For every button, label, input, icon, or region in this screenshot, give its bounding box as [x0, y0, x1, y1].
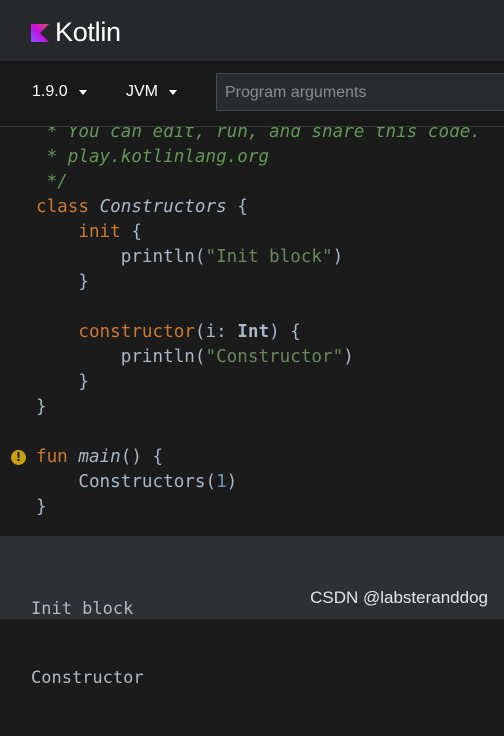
- code-token-str: "Constructor": [205, 347, 344, 367]
- code-token-kw: init: [78, 222, 121, 242]
- code-editor[interactable]: * You can edit, run, and share this code…: [0, 127, 504, 536]
- code-token-fn: main: [78, 447, 121, 467]
- code-line[interactable]: */: [36, 170, 481, 195]
- kotlin-logo-icon: [31, 23, 49, 42]
- code-line[interactable]: fun main() {: [36, 445, 481, 470]
- output-panel: Init block Constructor CSDN @labsterandd…: [0, 536, 504, 688]
- code-token-plain: ): [332, 247, 344, 267]
- code-lines[interactable]: * You can edit, run, and share this code…: [36, 127, 481, 520]
- code-token-plain: }: [36, 272, 89, 292]
- code-token-plain: (i:: [194, 322, 238, 342]
- chevron-down-icon: [169, 89, 177, 95]
- code-token-plain: println(: [36, 347, 206, 367]
- code-line[interactable]: * You can edit, run, and share this code…: [36, 127, 481, 145]
- warning-icon[interactable]: !: [11, 450, 26, 465]
- code-token-comment: * You can edit, run, and share this code…: [36, 127, 481, 142]
- code-token-comment: */: [36, 172, 68, 192]
- output-line: Constructor: [31, 668, 144, 688]
- code-line[interactable]: }: [36, 370, 481, 395]
- kotlin-logo[interactable]: Kotlin: [31, 17, 121, 48]
- code-token-plain: }: [36, 397, 47, 417]
- code-token-plain: ): [226, 472, 238, 492]
- code-token-plain: {: [120, 222, 142, 242]
- code-token-kw: constructor: [78, 322, 195, 342]
- chevron-down-icon: [78, 89, 87, 95]
- code-token-plain: }: [36, 497, 47, 517]
- code-line[interactable]: }: [36, 495, 481, 520]
- output-lines: Init block Constructor: [31, 552, 144, 736]
- logo-text: Kotlin: [55, 17, 121, 47]
- code-line[interactable]: init {: [36, 220, 481, 245]
- version-dropdown[interactable]: 1.9.0: [32, 83, 87, 101]
- target-dropdown[interactable]: JVM: [126, 83, 177, 101]
- code-token-kw: fun: [36, 447, 68, 467]
- header: Kotlin: [0, 0, 504, 61]
- code-line[interactable]: println("Init block"): [36, 245, 481, 270]
- program-arguments-input[interactable]: Program arguments: [216, 73, 504, 111]
- program-arguments-placeholder: Program arguments: [225, 84, 367, 101]
- code-line[interactable]: }: [36, 270, 481, 295]
- code-token-kw: class: [36, 197, 89, 217]
- code-token-type: Int: [237, 322, 270, 342]
- code-token-num: 1: [216, 472, 227, 492]
- code-line[interactable]: Constructors(1): [36, 470, 481, 495]
- code-token-comment: * play.kotlinlang.org: [36, 147, 270, 167]
- code-line[interactable]: class Constructors {: [36, 195, 481, 220]
- code-token-plain: ) {: [269, 322, 301, 342]
- code-line[interactable]: [36, 295, 481, 320]
- code-line[interactable]: * play.kotlinlang.org: [36, 145, 481, 170]
- output-line: Init block: [31, 599, 134, 619]
- version-value: 1.9.0: [32, 83, 68, 100]
- target-value: JVM: [126, 83, 158, 100]
- code-line[interactable]: }: [36, 395, 481, 420]
- code-line[interactable]: println("Constructor"): [36, 345, 481, 370]
- code-token-str: "Init block": [205, 247, 333, 267]
- code-token-plain: }: [36, 372, 89, 392]
- code-token-plain: {: [226, 197, 248, 217]
- code-line[interactable]: constructor(i: Int) {: [36, 320, 481, 345]
- code-token-plain: Constructors(: [36, 472, 217, 492]
- code-token-plain: () {: [120, 447, 164, 467]
- code-token-plain: ): [343, 347, 354, 367]
- code-token-cls: Constructors: [99, 197, 227, 217]
- code-token-plain: println(: [36, 247, 206, 267]
- code-line[interactable]: [36, 420, 481, 445]
- watermark: CSDN @labsteranddog: [310, 588, 488, 607]
